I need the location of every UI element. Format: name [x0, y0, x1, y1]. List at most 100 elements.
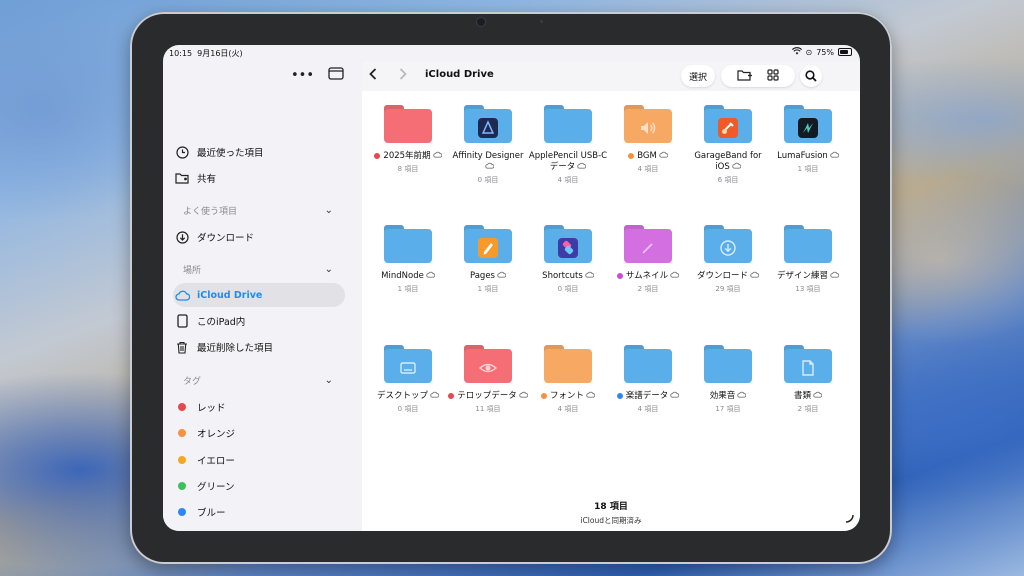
- folder-item[interactable]: 2025年前期 8 項目: [368, 105, 448, 174]
- folder-item-count: 0 項目: [397, 405, 419, 413]
- folder-item[interactable]: GarageBand for iOS 6 項目: [688, 105, 768, 185]
- folder-item[interactable]: 楽譜データ 4 項目: [608, 345, 688, 414]
- tag-dot: [178, 508, 186, 517]
- folder-item[interactable]: Pages 1 項目: [448, 225, 528, 294]
- resize-handle-icon[interactable]: [845, 508, 854, 527]
- folder-icon: [624, 105, 672, 143]
- document-icon: [798, 358, 818, 378]
- cloud-status-icon: [830, 271, 840, 281]
- folder-tag-dot: [374, 152, 381, 159]
- folder-name-text: ダウンロード: [696, 271, 748, 281]
- tag-dot: [178, 429, 186, 438]
- folder-body: [784, 229, 832, 263]
- sidebar-item-label: グリーン: [197, 481, 235, 493]
- more-options-icon[interactable]: •••: [291, 68, 314, 83]
- sidebar-item-recently-deleted[interactable]: 最近削除した項目: [173, 335, 345, 359]
- folder-name: 楽譜データ: [608, 391, 688, 402]
- tag-color-dot: [173, 481, 191, 490]
- folder-name-text: デザイン練習: [776, 271, 828, 281]
- folder-name-text: 楽譜データ: [625, 391, 669, 401]
- folder-item[interactable]: LumaFusion 1 項目: [768, 105, 848, 174]
- folder-item-count: 1 項目: [797, 165, 819, 173]
- folder-name: LumaFusion: [768, 151, 848, 162]
- sidebar-item-on-ipad[interactable]: このiPad内: [173, 309, 345, 333]
- eye-icon: [478, 358, 498, 378]
- new-folder-icon[interactable]: [737, 69, 753, 84]
- desktop-icon: [398, 358, 418, 378]
- cloud-status-icon: [586, 391, 596, 401]
- folder-item[interactable]: フォント 4 項目: [528, 345, 608, 414]
- folder-item[interactable]: BGM 4 項目: [608, 105, 688, 174]
- sidebar-item-recents[interactable]: 最近使った項目: [173, 140, 345, 164]
- folder-name: GarageBand for iOS: [688, 151, 768, 173]
- folder-item-count: 13 項目: [795, 285, 821, 293]
- search-button[interactable]: [800, 65, 822, 87]
- files-app-window: 10:15 9月16日(火) ⊙ 75% ••• 最近使った項目 共有 よく使う…: [163, 45, 860, 531]
- cloud-status-icon: [519, 391, 529, 401]
- favorites-header[interactable]: よく使う項目 ⌄: [183, 201, 333, 219]
- sidebar-toolbar: •••: [291, 65, 344, 85]
- folder-item[interactable]: ダウンロード 29 項目: [688, 225, 768, 294]
- folder-item[interactable]: 効果音 17 項目: [688, 345, 768, 414]
- back-button[interactable]: [368, 67, 378, 85]
- folder-item[interactable]: テロップデータ 11 項目: [448, 345, 529, 414]
- sidebar-tag-item[interactable]: グリーン: [173, 474, 345, 498]
- cloud-status-icon: [670, 391, 680, 401]
- folder-item[interactable]: MindNode 1 項目: [368, 225, 448, 294]
- front-camera: [476, 17, 486, 27]
- sidebar-item-label: 最近使った項目: [197, 148, 264, 159]
- chevron-right-icon: [399, 68, 407, 80]
- folder-tag-dot: [616, 272, 623, 279]
- cloud-status-icon: [430, 391, 440, 401]
- folder-item[interactable]: サムネイル 2 項目: [608, 225, 688, 294]
- sidebar-tag-item[interactable]: イエロー: [173, 448, 345, 472]
- sidebar-item-icloud-drive[interactable]: iCloud Drive: [173, 283, 345, 307]
- garageband-app-icon: [718, 118, 738, 138]
- sync-status: iCloudと同期済み: [580, 516, 642, 525]
- forward-button[interactable]: [398, 67, 408, 85]
- folder-item[interactable]: デスクトップ 0 項目: [368, 345, 448, 414]
- folder-tag-dot: [616, 392, 623, 399]
- shared-folder-icon: [173, 172, 191, 184]
- chevron-down-icon: ⌄: [324, 204, 333, 216]
- folder-item[interactable]: デザイン練習 13 項目: [768, 225, 848, 294]
- folder-icon: [544, 225, 592, 263]
- sidebar-item-downloads[interactable]: ダウンロード: [173, 225, 345, 249]
- cloud-status-icon: [731, 162, 742, 172]
- folder-item-count: 6 項目: [717, 176, 739, 184]
- main-toolbar: iCloud Drive 選択: [362, 61, 860, 91]
- sidebar-toggle-icon[interactable]: [328, 66, 344, 84]
- select-button[interactable]: 選択: [681, 65, 715, 87]
- sidebar-tag-item[interactable]: ブルー: [173, 500, 345, 524]
- folder-icon: [624, 225, 672, 263]
- folder-body: [384, 229, 432, 263]
- sidebar-tag-item[interactable]: レッド: [173, 395, 345, 419]
- folder-name-text: 書類: [793, 391, 811, 401]
- shortcuts-app-icon: [558, 238, 578, 258]
- orientation-lock-icon: ⊙: [805, 47, 813, 57]
- tags-header[interactable]: タグ ⌄: [183, 371, 333, 389]
- folder-item[interactable]: 書類 2 項目: [768, 345, 848, 414]
- ipad-frame: 10:15 9月16日(火) ⊙ 75% ••• 最近使った項目 共有 よく使う…: [130, 12, 892, 564]
- sidebar-tag-item[interactable]: パープル: [173, 527, 345, 532]
- grid-view-icon[interactable]: [767, 68, 779, 84]
- folder-name: Pages: [448, 271, 528, 282]
- sidebar-tag-item[interactable]: オレンジ: [173, 421, 345, 445]
- folder-item[interactable]: Shortcuts 0 項目: [528, 225, 608, 294]
- search-icon: [805, 70, 817, 82]
- folder-view-group: [721, 65, 795, 87]
- sidebar-item-label: ブルー: [197, 508, 226, 520]
- folder-name: Affinity Designer: [448, 151, 528, 173]
- folder-name-text: 2025年前期: [383, 151, 431, 161]
- folder-name: テロップデータ: [448, 391, 529, 402]
- folder-name-text: テロップデータ: [457, 391, 517, 401]
- sidebar-item-label: 最近削除した項目: [197, 343, 274, 354]
- locations-header[interactable]: 場所 ⌄: [183, 260, 333, 278]
- section-header-label: タグ: [183, 376, 202, 387]
- folder-item[interactable]: ApplePencil USB-C データ 4 項目: [528, 105, 608, 185]
- sidebar-item-label: 共有: [197, 174, 217, 185]
- folder-icon: [704, 225, 752, 263]
- folder-item[interactable]: Affinity Designer 0 項目: [448, 105, 528, 185]
- tag-color-dot: [173, 508, 191, 517]
- sidebar-item-shared[interactable]: 共有: [173, 166, 345, 190]
